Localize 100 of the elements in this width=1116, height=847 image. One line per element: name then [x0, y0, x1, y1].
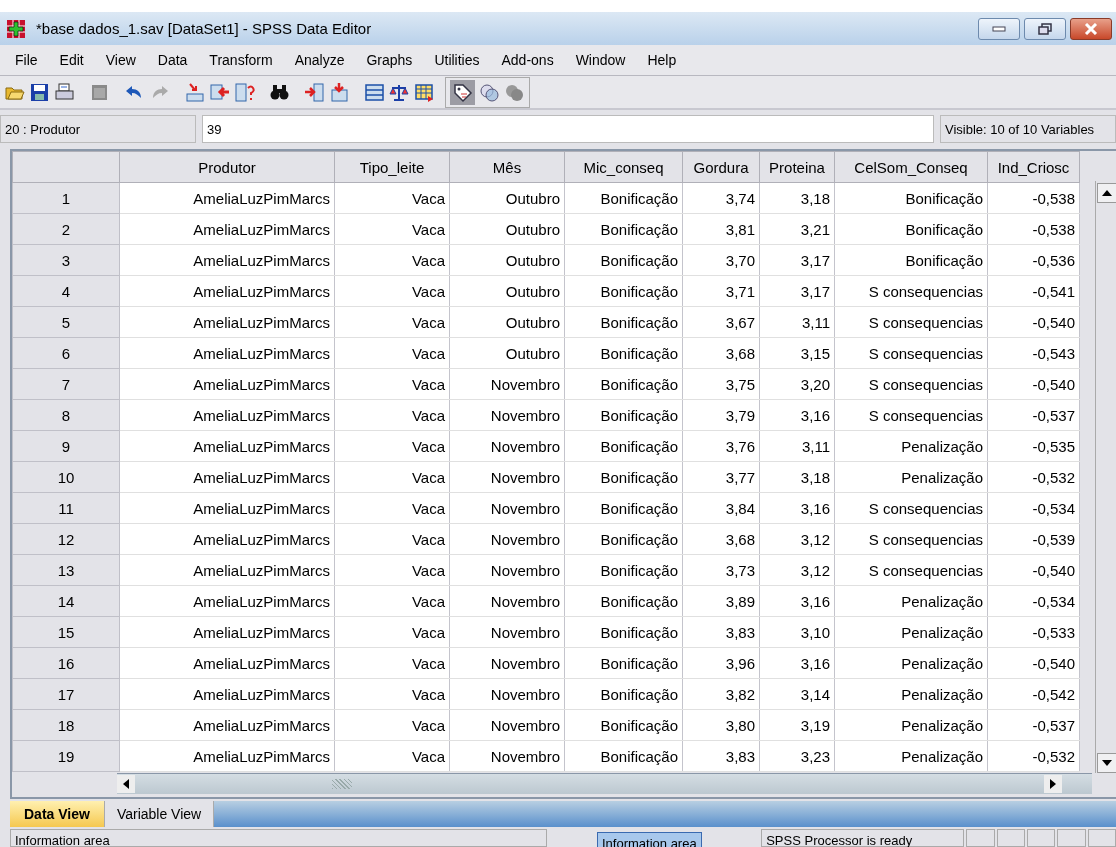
- row-number[interactable]: 5: [12, 306, 120, 338]
- row-number[interactable]: 18: [12, 709, 120, 741]
- menu-item[interactable]: Help: [636, 52, 688, 68]
- grid-question-icon[interactable]: [234, 81, 255, 103]
- table-cell: Penalização: [834, 678, 988, 710]
- table-cell: 3,20: [759, 368, 835, 400]
- table-cell: 3,83: [682, 740, 760, 772]
- menu-item[interactable]: Transform: [198, 52, 284, 68]
- table-cell: Novembro: [449, 678, 565, 710]
- table-cell: Penalização: [834, 616, 988, 648]
- menu-item[interactable]: Graphs: [355, 52, 424, 68]
- table-cell: -0,537: [987, 399, 1080, 431]
- table-cell: AmeliaLuzPimMarcs: [119, 585, 335, 617]
- row-number[interactable]: 8: [12, 399, 120, 431]
- table-cell: Vaca: [334, 678, 450, 710]
- table-cell: Bonificação: [564, 585, 683, 617]
- menu-item[interactable]: View: [94, 52, 147, 68]
- menu-item[interactable]: Add-ons: [490, 52, 565, 68]
- table-cell: AmeliaLuzPimMarcs: [119, 182, 335, 214]
- table-cell: 3,68: [682, 337, 760, 369]
- menu-item[interactable]: Utilities: [423, 52, 491, 68]
- table-cell: AmeliaLuzPimMarcs: [119, 337, 335, 369]
- column-header[interactable]: Proteina: [759, 151, 835, 183]
- table-cell: 3,18: [759, 461, 835, 493]
- row-number[interactable]: 12: [12, 523, 120, 555]
- tag-icon[interactable]: [452, 81, 473, 103]
- table-cell: 3,16: [759, 399, 835, 431]
- table-cell: Bonificação: [564, 709, 683, 741]
- table-cell: 3,10: [759, 616, 835, 648]
- table-cell: Outubro: [449, 337, 565, 369]
- row-number[interactable]: 14: [12, 585, 120, 617]
- table-cell: -0,538: [987, 213, 1080, 245]
- cell-value-field[interactable]: 39: [202, 115, 934, 143]
- table-icon[interactable]: [364, 81, 385, 103]
- menu-item[interactable]: File: [4, 52, 49, 68]
- table-cell: 3,89: [682, 585, 760, 617]
- row-number[interactable]: 16: [12, 647, 120, 679]
- minimize-button[interactable]: [978, 17, 1020, 40]
- table-cell: Bonificação: [564, 740, 683, 772]
- column-header[interactable]: Tipo_leite: [334, 151, 450, 183]
- insert-row-icon[interactable]: [329, 81, 350, 103]
- row-number[interactable]: 19: [12, 740, 120, 772]
- table-cell: -0,540: [987, 306, 1080, 338]
- menu-item[interactable]: Data: [146, 52, 199, 68]
- table-cell: Bonificação: [564, 368, 683, 400]
- table-cell: 3,12: [759, 554, 835, 586]
- table-cell: Bonificação: [564, 492, 683, 524]
- table-cell: Novembro: [449, 368, 565, 400]
- table-cell: AmeliaLuzPimMarcs: [119, 244, 335, 276]
- row-number[interactable]: 4: [12, 275, 120, 307]
- table-cell: Bonificação: [564, 306, 683, 338]
- horizontal-scrollbar[interactable]: [117, 773, 1092, 794]
- row-number[interactable]: 13: [12, 554, 120, 586]
- row-number[interactable]: 7: [12, 368, 120, 400]
- row-number[interactable]: 15: [12, 616, 120, 648]
- menu-item[interactable]: Analyze: [283, 52, 356, 68]
- table-cell: -0,532: [987, 461, 1080, 493]
- arrow-to-grid-icon[interactable]: [184, 81, 205, 103]
- column-header[interactable]: Produtor: [119, 151, 335, 183]
- grid-arrow-icon[interactable]: [209, 81, 230, 103]
- view-tab[interactable]: Variable View: [104, 801, 215, 827]
- overlapping-circles-icon[interactable]: [479, 81, 500, 103]
- table-cell: Bonificação: [834, 244, 988, 276]
- table-cell: -0,532: [987, 740, 1080, 772]
- row-number[interactable]: 3: [12, 244, 120, 276]
- column-header[interactable]: Mic_conseq: [564, 151, 683, 183]
- table-cell: -0,543: [987, 337, 1080, 369]
- close-button[interactable]: [1070, 17, 1112, 40]
- vertical-scrollbar[interactable]: [1095, 181, 1116, 773]
- table-cell: AmeliaLuzPimMarcs: [119, 647, 335, 679]
- column-header[interactable]: Ind_Criosc: [987, 151, 1080, 183]
- table-cell: Vaca: [334, 399, 450, 431]
- table-cell: Bonificação: [834, 213, 988, 245]
- table-cell: Bonificação: [564, 461, 683, 493]
- row-number[interactable]: 6: [12, 337, 120, 369]
- menu-item[interactable]: Edit: [48, 52, 95, 68]
- row-number[interactable]: 2: [12, 213, 120, 245]
- table-cell: -0,538: [987, 182, 1080, 214]
- table-cell: 3,77: [682, 461, 760, 493]
- menu-item[interactable]: Window: [564, 52, 637, 68]
- restore-button[interactable]: [1024, 17, 1066, 40]
- row-number[interactable]: 17: [12, 678, 120, 710]
- insert-column-icon[interactable]: [304, 81, 325, 103]
- row-number[interactable]: 10: [12, 461, 120, 493]
- app-icon: [6, 18, 26, 39]
- column-header[interactable]: Gordura: [682, 151, 760, 183]
- window-title: *base dados_1.sav [DataSet1] - SPSS Data Editor: [36, 20, 373, 37]
- column-header[interactable]: Mês: [449, 151, 565, 183]
- view-tab[interactable]: Data View: [10, 801, 105, 827]
- table-cell: Bonificação: [564, 182, 683, 214]
- grid-select-icon[interactable]: [414, 81, 435, 103]
- row-number[interactable]: 11: [12, 492, 120, 524]
- printer-icon[interactable]: [54, 81, 75, 103]
- row-number[interactable]: 9: [12, 430, 120, 462]
- row-number[interactable]: 1: [12, 182, 120, 214]
- table-cell: Vaca: [334, 492, 450, 524]
- table-cell: Novembro: [449, 523, 565, 555]
- column-header[interactable]: CelSom_Conseq: [834, 151, 988, 183]
- table-cell: 3,21: [759, 213, 835, 245]
- table-cell: Bonificação: [564, 678, 683, 710]
